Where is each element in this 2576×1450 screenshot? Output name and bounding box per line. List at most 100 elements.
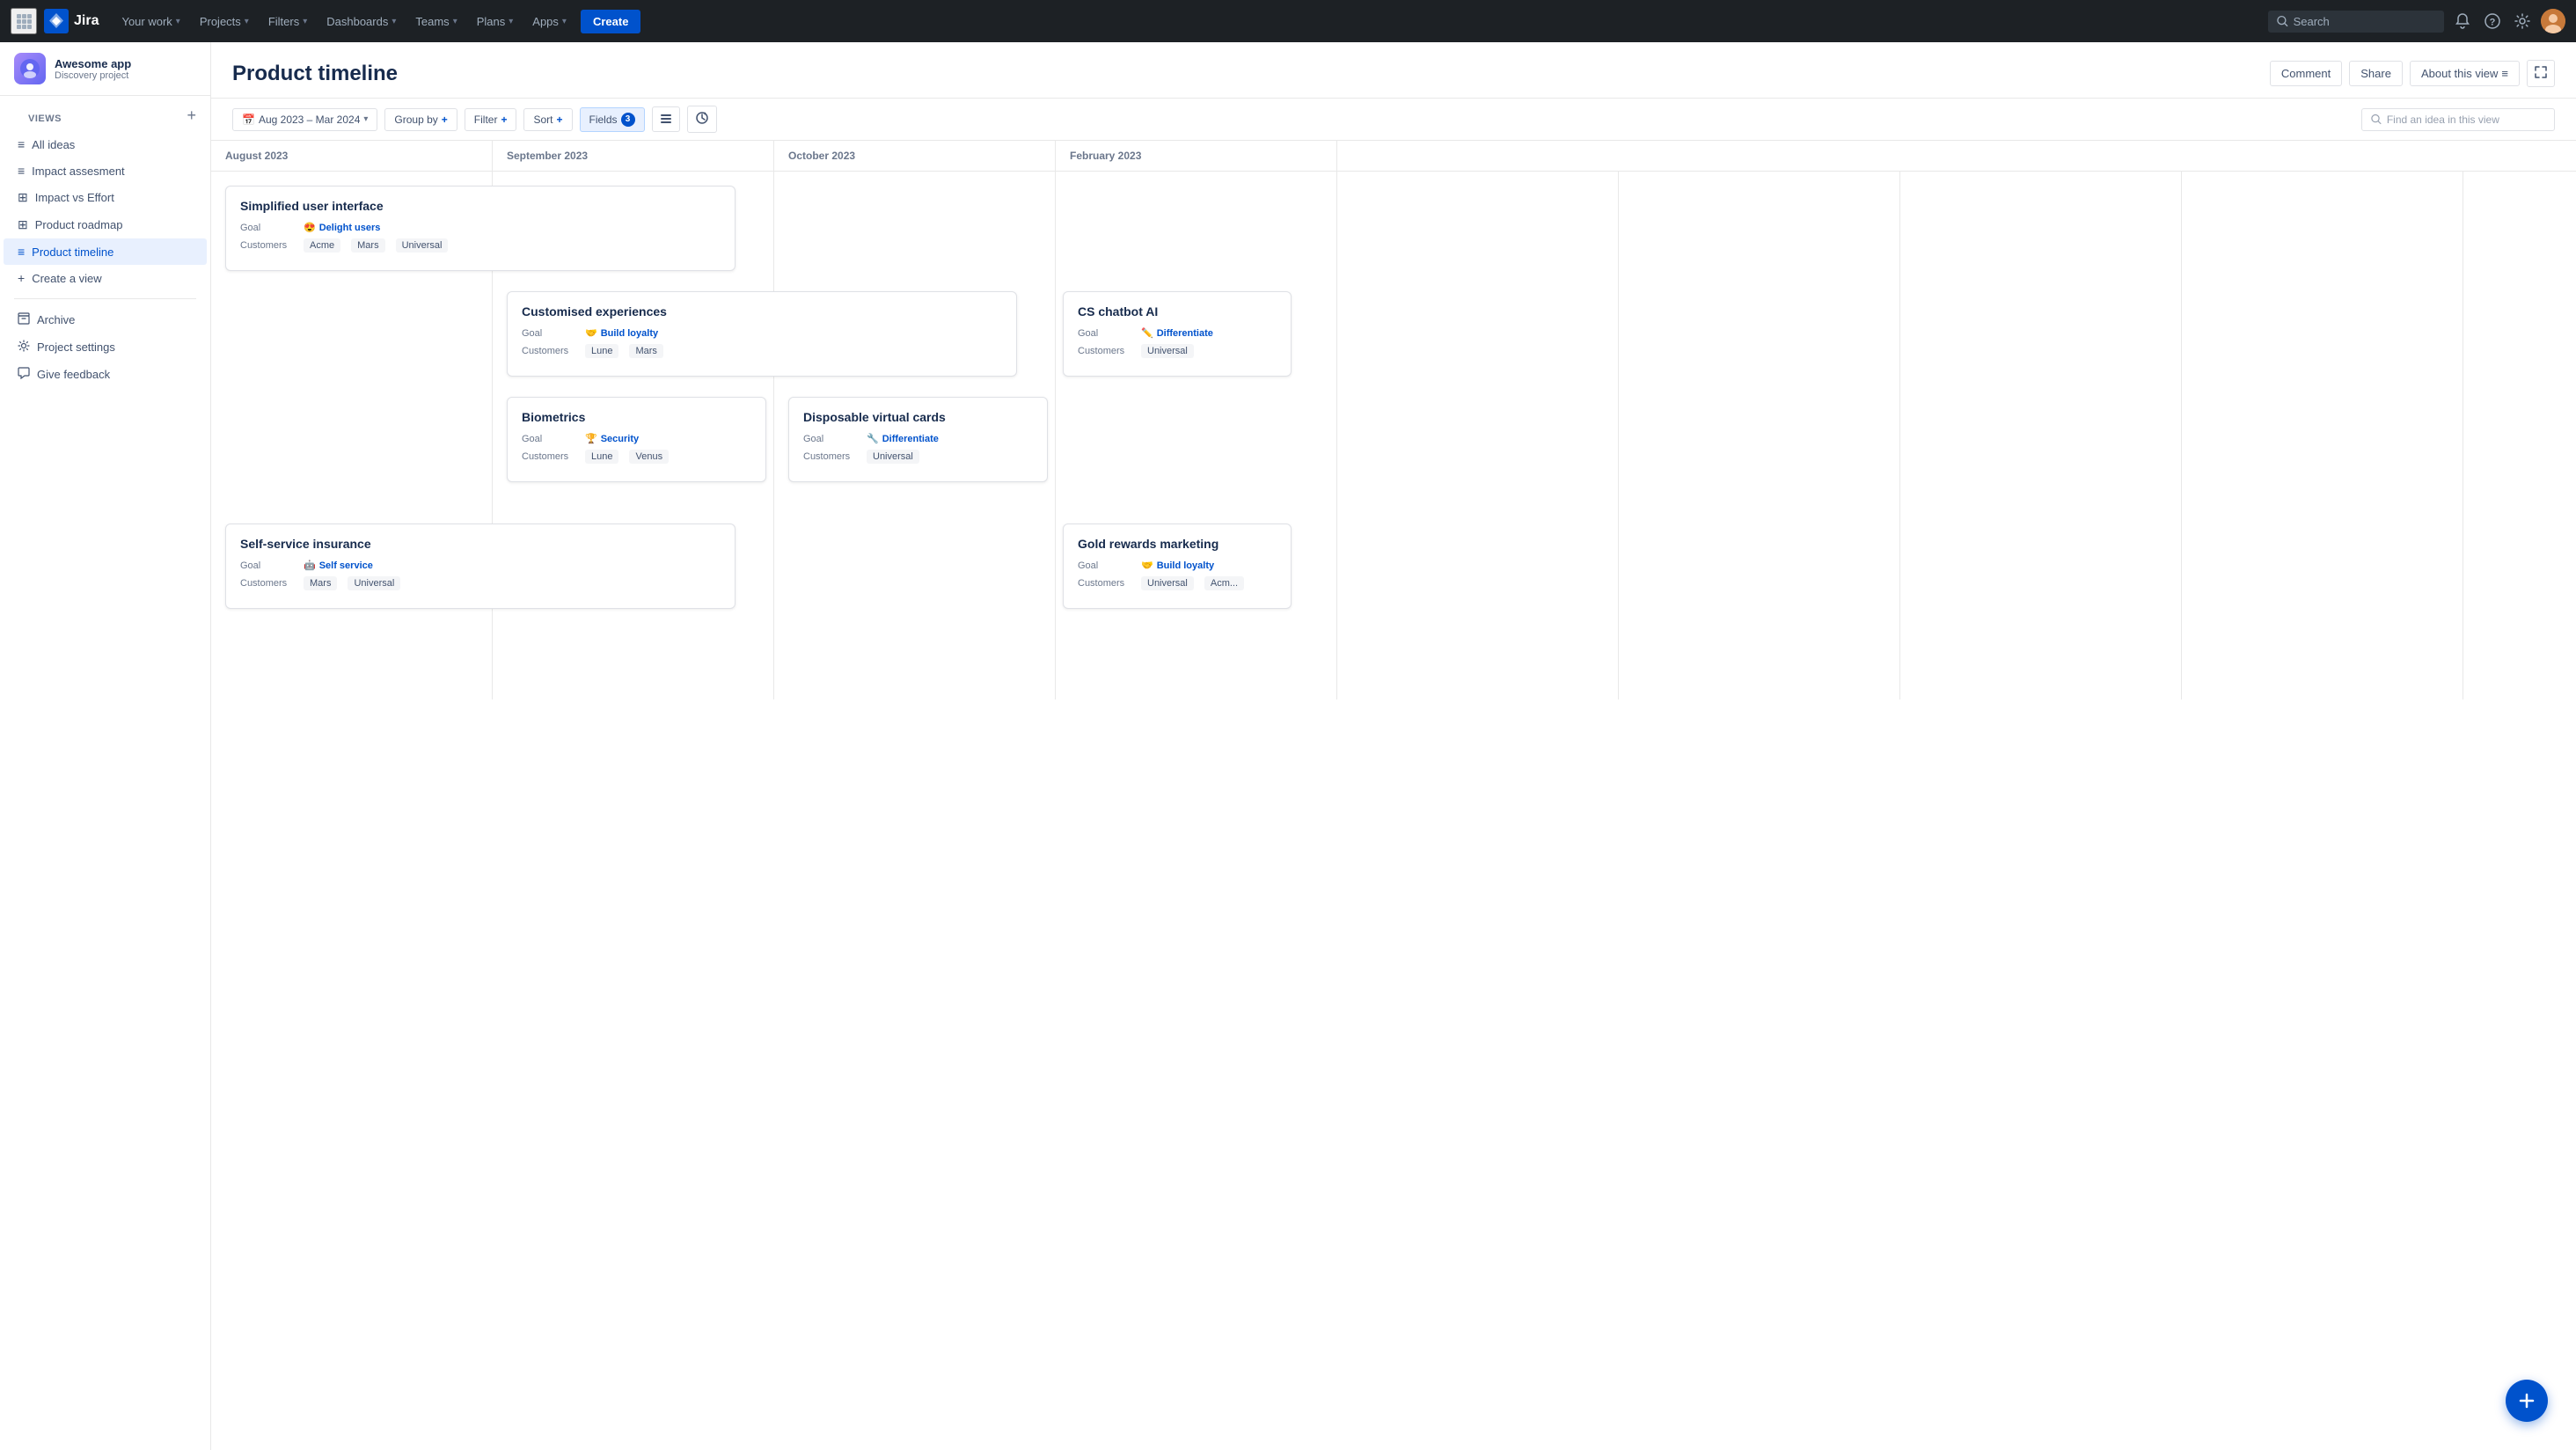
auto-schedule-button[interactable] (687, 106, 717, 133)
card-goal-row: Goal 🏆 Security (522, 433, 751, 444)
customer-tag: Lune (585, 450, 618, 464)
date-range-button[interactable]: 📅 Aug 2023 – Mar 2024 ▾ (232, 108, 377, 131)
search-box[interactable] (2268, 11, 2444, 33)
fields-button[interactable]: Fields 3 (580, 107, 645, 132)
card-customers-row: Customers Universal Acm... (1078, 576, 1277, 590)
settings-icon (18, 340, 30, 355)
goal-emoji: 🔧 (867, 433, 879, 444)
comment-button[interactable]: Comment (2270, 61, 2342, 86)
customer-tag: Mars (629, 344, 662, 358)
sidebar-item-create-view[interactable]: + Create a view (4, 265, 207, 291)
jira-logo-icon (44, 9, 69, 33)
sidebar-item-impact-assessment[interactable]: ≡ Impact assesment (4, 157, 207, 184)
month-header-aug: August 2023 (225, 150, 288, 162)
toolbar: 📅 Aug 2023 – Mar 2024 ▾ Group by + Filte… (211, 99, 2576, 141)
customer-tag: Venus (629, 450, 669, 464)
search-input[interactable] (2387, 114, 2545, 126)
avatar[interactable] (2541, 9, 2565, 33)
sidebar-item-archive[interactable]: Archive (4, 306, 207, 333)
timeline-container[interactable]: August 2023 September 2023 October 2023 … (211, 141, 2576, 1450)
card-goal: 🤖 Self service (304, 560, 373, 571)
feedback-icon (18, 367, 30, 382)
project-header[interactable]: Awesome app Discovery project (0, 42, 210, 96)
add-idea-fab[interactable] (2506, 1380, 2548, 1422)
project-icon (14, 53, 46, 84)
sidebar-item-label: Impact assesment (32, 165, 125, 178)
customer-tag: Acme (304, 238, 340, 253)
card-goal-row: Goal 🤖 Self service (240, 560, 721, 571)
card-customers-row: Customers Lune Mars (522, 344, 1002, 358)
main-content: Product timeline Comment Share About thi… (211, 42, 2576, 1450)
view-options-button[interactable] (652, 106, 680, 132)
about-view-button[interactable]: About this view ≡ (2410, 61, 2520, 86)
nav-teams[interactable]: Teams ▾ (406, 10, 465, 33)
nav-apps[interactable]: Apps ▾ (523, 10, 575, 33)
chevron-down-icon: ▾ (562, 17, 567, 26)
group-by-button[interactable]: Group by + (384, 108, 457, 131)
idea-card-biometrics[interactable]: Biometrics Goal 🏆 Security Customers Lun… (507, 397, 766, 482)
search-input[interactable] (2294, 15, 2435, 28)
idea-card-simplified-ui[interactable]: Simplified user interface Goal 😍 Delight… (225, 186, 735, 271)
project-info: Awesome app Discovery project (55, 57, 131, 81)
nav-right: ? (2268, 9, 2565, 33)
grid-menu-icon[interactable] (11, 8, 37, 34)
timeline-search[interactable] (2361, 108, 2555, 131)
goal-label: Goal (1078, 328, 1134, 339)
customer-tag: Mars (304, 576, 337, 590)
sidebar-item-product-roadmap[interactable]: ⊞ Product roadmap (4, 211, 207, 238)
plus-icon: + (556, 114, 562, 126)
month-header-sep: September 2023 (507, 150, 588, 162)
sidebar-item-product-timeline[interactable]: ≡ Product timeline (4, 238, 207, 265)
help-icon[interactable]: ? (2481, 10, 2504, 33)
goal-label: Goal (803, 434, 860, 444)
nav-plans[interactable]: Plans ▾ (468, 10, 523, 33)
sidebar-item-label: Project settings (37, 341, 115, 354)
list-icon: ≡ (18, 245, 25, 259)
card-title: Simplified user interface (240, 199, 721, 213)
sidebar-item-all-ideas[interactable]: ≡ All ideas (4, 131, 207, 157)
add-view-button[interactable]: + (187, 107, 196, 123)
share-button[interactable]: Share (2349, 61, 2403, 86)
goal-label: Goal (1078, 560, 1134, 571)
card-customers-row: Customers Mars Universal (240, 576, 721, 590)
svg-text:?: ? (2490, 18, 2496, 28)
customer-tag: Universal (1141, 576, 1194, 590)
card-goal: 🔧 Differentiate (867, 433, 939, 444)
idea-card-customised-experiences[interactable]: Customised experiences Goal 🤝 Build loya… (507, 291, 1017, 377)
expand-button[interactable] (2527, 60, 2555, 87)
header-actions: Comment Share About this view ≡ (2270, 60, 2555, 87)
settings-icon[interactable] (2511, 10, 2534, 33)
app-layout: Awesome app Discovery project VIEWS + ≡ … (0, 42, 2576, 1450)
goal-label: Goal (240, 560, 296, 571)
timeline-header: August 2023 September 2023 October 2023 … (211, 141, 2576, 172)
filter-button[interactable]: Filter + (465, 108, 517, 131)
sort-button[interactable]: Sort + (523, 108, 572, 131)
chevron-down-icon: ▾ (363, 114, 368, 124)
customer-tag: Universal (396, 238, 449, 253)
customer-tag: Lune (585, 344, 618, 358)
sidebar-item-project-settings[interactable]: Project settings (4, 333, 207, 361)
nav-filters[interactable]: Filters ▾ (260, 10, 316, 33)
card-title: Self-service insurance (240, 537, 721, 551)
search-icon (2371, 114, 2382, 125)
nav-projects[interactable]: Projects ▾ (191, 10, 258, 33)
customers-label: Customers (240, 578, 296, 589)
create-button[interactable]: Create (581, 10, 640, 33)
sidebar-item-label: Create a view (32, 272, 101, 285)
notifications-icon[interactable] (2451, 10, 2474, 33)
chevron-down-icon: ▾ (453, 17, 457, 26)
nav-dashboards[interactable]: Dashboards ▾ (318, 10, 405, 33)
sidebar-item-impact-effort[interactable]: ⊞ Impact vs Effort (4, 184, 207, 211)
idea-card-gold-rewards[interactable]: Gold rewards marketing Goal 🤝 Build loya… (1063, 524, 1292, 609)
sidebar-item-label: All ideas (32, 138, 75, 151)
card-goal: ✏️ Differentiate (1141, 327, 1213, 339)
search-icon (2277, 15, 2288, 27)
chevron-down-icon: ▾ (392, 17, 396, 26)
goal-emoji: 🤝 (1141, 560, 1153, 571)
jira-logo[interactable]: Jira (44, 9, 99, 33)
nav-your-work[interactable]: Your work ▾ (113, 10, 188, 33)
sidebar-item-give-feedback[interactable]: Give feedback (4, 361, 207, 388)
idea-card-self-service[interactable]: Self-service insurance Goal 🤖 Self servi… (225, 524, 735, 609)
idea-card-disposable-cards[interactable]: Disposable virtual cards Goal 🔧 Differen… (788, 397, 1048, 482)
idea-card-cs-chatbot[interactable]: CS chatbot AI Goal ✏️ Differentiate Cust… (1063, 291, 1292, 377)
